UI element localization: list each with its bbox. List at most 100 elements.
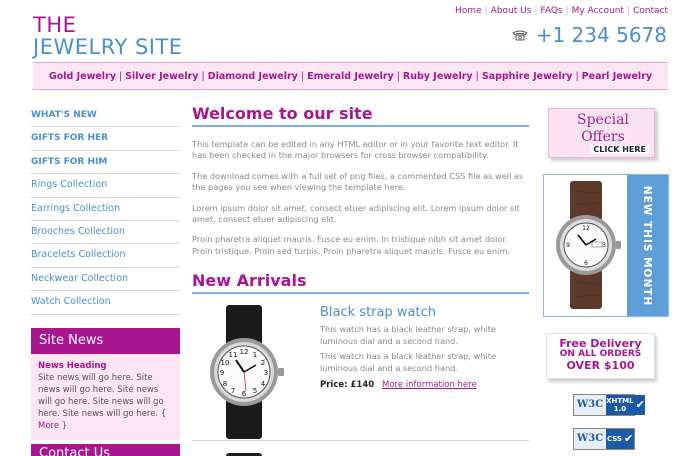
- sidebar-item-brooches[interactable]: Brooches Collection: [31, 221, 180, 245]
- badge-label-text: XHTML 1.0: [606, 397, 634, 413]
- sidebar-item-whats-new[interactable]: WHAT'S NEW: [31, 104, 180, 128]
- contact-us-title: Contact Us: [31, 444, 180, 456]
- separator: |: [626, 6, 630, 16]
- category-silver[interactable]: Silver Jewelry: [125, 71, 198, 82]
- svg-text:3: 3: [602, 242, 606, 249]
- news-heading: News Heading: [38, 361, 107, 371]
- top-links: Home | About Us | FAQs | My Account | Contact: [455, 6, 668, 16]
- separator: |: [300, 71, 305, 82]
- sidebar-item-gifts-for-him[interactable]: GIFTS FOR HIM: [31, 151, 180, 175]
- category-ruby[interactable]: Ruby Jewelry: [403, 71, 473, 82]
- welcome-title: Welcome to our site: [192, 104, 529, 127]
- phone-block: +1 234 5678: [511, 23, 667, 47]
- next-product-image[interactable]: [196, 443, 292, 456]
- site-news-title: Site News: [31, 328, 180, 354]
- product-name-link[interactable]: Black strap watch: [320, 305, 436, 320]
- svg-text:9: 9: [566, 242, 570, 249]
- more-bracket: }: [59, 421, 68, 431]
- svg-text:11: 11: [229, 351, 238, 359]
- click-here-label: CLICK HERE: [590, 145, 649, 154]
- welcome-paragraph: Lorem ipsum dolor sit amet, consect etue…: [192, 202, 520, 225]
- new-arrivals-title: New Arrivals: [192, 271, 529, 294]
- svg-text:9: 9: [220, 369, 224, 377]
- special-offers-text: Special Offers: [565, 112, 641, 146]
- svg-text:12: 12: [240, 348, 249, 356]
- svg-text:1: 1: [253, 351, 257, 359]
- separator: |: [475, 71, 479, 82]
- svg-text:2: 2: [261, 359, 265, 367]
- toplink-about[interactable]: About Us: [491, 6, 532, 16]
- w3c-logo: W3C: [574, 395, 607, 415]
- w3c-logo: W3C: [574, 429, 607, 449]
- logo-line-1: The: [33, 13, 77, 37]
- free-delivery-line-1: Free Delivery: [559, 337, 642, 350]
- separator: |: [484, 6, 488, 16]
- special-line-1: Special: [577, 112, 629, 128]
- w3c-css-badge[interactable]: W3C CSS ✔: [573, 428, 635, 450]
- separator: |: [575, 71, 579, 82]
- separator: |: [201, 71, 205, 82]
- sidebar-item-gifts-for-her[interactable]: GIFTS FOR HER: [31, 127, 180, 151]
- svg-text:3: 3: [264, 369, 268, 377]
- welcome-paragraph: Proin pharetra aliquet mauris. Fusce eu …: [192, 234, 510, 256]
- category-sapphire[interactable]: Sapphire Jewelry: [482, 71, 573, 82]
- separator: |: [118, 71, 123, 82]
- separator: |: [396, 71, 400, 82]
- category-gold[interactable]: Gold Jewelry: [49, 71, 116, 82]
- sidebar-item-earrings[interactable]: Earrings Collection: [31, 198, 180, 221]
- special-line-2: Offers: [581, 129, 625, 145]
- category-diamond[interactable]: Diamond Jewelry: [208, 71, 298, 82]
- svg-text:4: 4: [261, 380, 266, 388]
- logo-line-2: Jewelry Site: [33, 35, 183, 59]
- w3c-xhtml-badge[interactable]: W3C XHTML 1.0 ✔: [573, 394, 645, 416]
- badge-label: CSS ✔: [606, 429, 634, 449]
- badge-label: XHTML 1.0 ✔: [606, 395, 645, 415]
- category-bar: Gold Jewelry | Silver Jewelry | Diamond Jewe…: [33, 62, 668, 90]
- category-pearl[interactable]: Pearl Jewelry: [582, 71, 652, 82]
- toplink-faqs[interactable]: FAQs: [540, 6, 562, 16]
- product-description: This watch has a black leather strap, wh…: [320, 351, 496, 373]
- product-more-info-link[interactable]: More information here: [382, 380, 477, 390]
- site-news-panel: Site News News Heading Site news will go…: [31, 328, 180, 440]
- svg-text:6: 6: [584, 260, 588, 267]
- news-text: Site news will go here. Site news will g…: [38, 373, 164, 419]
- category-emerald[interactable]: Emerald Jewelry: [307, 71, 394, 82]
- brown-strap-watch-image: 12 3 6 9: [556, 181, 621, 309]
- free-delivery-banner[interactable]: Free Delivery ON ALL ORDERS over $100: [546, 333, 655, 379]
- product-description: This watch has a black leather strap, wh…: [320, 324, 496, 346]
- svg-text:12: 12: [582, 225, 590, 232]
- sidebar-item-bracelets[interactable]: Bracelets Collection: [31, 244, 180, 268]
- phone-number: +1 234 5678: [535, 23, 667, 47]
- separator: |: [534, 6, 538, 16]
- svg-text:5: 5: [253, 387, 257, 395]
- welcome-paragraph: This template can be edited in any HTML …: [192, 139, 519, 161]
- separator: |: [565, 6, 569, 16]
- new-arrivals-section: New Arrivals: [192, 271, 529, 294]
- toplink-home[interactable]: Home: [455, 6, 482, 16]
- black-strap-watch-image[interactable]: 12 3 6 9 12 45 78 1011: [196, 305, 292, 439]
- new-this-month-label-wrap: NEW THIS MONTH: [627, 175, 668, 316]
- more-bracket: {: [160, 409, 167, 419]
- svg-text:6: 6: [242, 390, 247, 398]
- badge-label-text: CSS: [606, 435, 622, 443]
- svg-text:10: 10: [221, 359, 230, 367]
- product-item: 12 3 6 9 12 45 7 8 10 11 Black strap watch This…: [192, 303, 529, 441]
- checkmark-icon: ✔: [635, 398, 645, 411]
- new-this-month-label: NEW THIS MONTH: [641, 185, 654, 306]
- checkmark-icon: ✔: [623, 432, 634, 445]
- sidebar-item-rings[interactable]: Rings Collection: [31, 174, 180, 198]
- toplink-contact[interactable]: Contact: [633, 6, 668, 16]
- sidebar-nav: WHAT'S NEW GIFTS FOR HER GIFTS FOR HIM R…: [31, 104, 180, 315]
- site-news-body: News Heading Site news will go here. Sit…: [31, 354, 180, 440]
- toplink-account[interactable]: My Account: [572, 6, 624, 16]
- news-more-link[interactable]: More: [38, 421, 59, 431]
- sidebar-item-watch[interactable]: Watch Collection: [31, 291, 180, 315]
- free-delivery-line-3: over $100: [566, 359, 635, 372]
- welcome-paragraph: The download comes with a full set of pn…: [192, 170, 524, 193]
- svg-text:7: 7: [231, 387, 235, 395]
- site-logo[interactable]: The Jewelry Site: [33, 14, 183, 58]
- new-this-month-banner[interactable]: 12 3 6 9 NEW THIS MONTH: [543, 174, 669, 317]
- product-price: Price: £140: [320, 380, 375, 390]
- special-offers-banner[interactable]: Special Offers CLICK HERE: [548, 108, 655, 158]
- sidebar-item-neckwear[interactable]: Neckwear Collection: [31, 268, 180, 292]
